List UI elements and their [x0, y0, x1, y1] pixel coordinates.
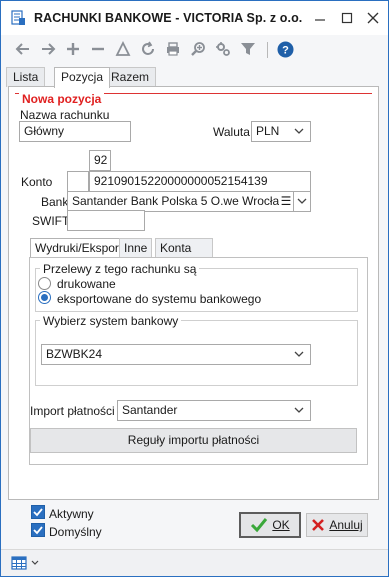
swift-label: SWIFT: [32, 214, 70, 228]
dialog-window: RACHUNKI BANKOWE - VICTORIA Sp. z o.o. ?…: [0, 0, 389, 577]
minimize-button[interactable]: [310, 8, 330, 28]
app-document-icon: [11, 10, 25, 25]
import-label: Import płatności z: [30, 404, 125, 418]
radio-eksportowane[interactable]: [38, 291, 51, 304]
konto-label: Konto: [21, 175, 53, 189]
radio-drukowane-label: drukowane: [57, 277, 116, 291]
check-icon: [251, 518, 268, 533]
bank-field[interactable]: Santander Bank Polska 5 O.we Wrocławiu: [67, 191, 293, 212]
settings-icon: [216, 42, 230, 56]
aktywny-label: Aktywny: [49, 507, 94, 521]
reguly-importu-button[interactable]: Reguły importu płatności: [30, 428, 357, 453]
tab-wydruki-eksport[interactable]: Wydruki/Eksport: [30, 238, 128, 259]
toolbar-add-button[interactable]: [64, 40, 82, 58]
konto-country-field[interactable]: [67, 171, 89, 192]
nazwa-label: Nazwa rachunku: [20, 108, 110, 122]
bank-label: Bank: [41, 195, 69, 209]
toolbar-remove-button[interactable]: [89, 40, 107, 58]
refresh-icon: [142, 41, 154, 55]
printer-icon: [167, 42, 179, 56]
close-button[interactable]: [363, 8, 383, 28]
chevron-down-icon: [294, 351, 304, 357]
chevron-down-icon: [294, 407, 304, 413]
import-value: Santander: [122, 403, 178, 417]
status-bar: [1, 549, 388, 576]
cancel-label: Anuluj: [329, 518, 363, 532]
close-icon: [367, 12, 379, 24]
cancel-button[interactable]: Anuluj: [306, 513, 368, 537]
tab-pozycja-label: Pozycja: [61, 70, 104, 84]
filter-icon: [241, 43, 255, 55]
nazwa-field[interactable]: Główny: [19, 121, 131, 142]
reguly-importu-label: Reguły importu płatności: [127, 433, 260, 447]
help-icon: ?: [277, 41, 293, 57]
swift-field[interactable]: [67, 210, 145, 231]
toolbar: ?: [1, 37, 388, 63]
maximize-button[interactable]: [337, 8, 357, 28]
triangle-icon: [115, 41, 131, 56]
checkmark-icon: [33, 526, 43, 535]
toolbar-separator: [267, 42, 268, 58]
radio-eksportowane-label: eksportowane do systemu bankowego: [57, 292, 262, 306]
ok-label: OK: [272, 518, 290, 532]
title-bar: RACHUNKI BANKOWE - VICTORIA Sp. z o.o.: [1, 1, 388, 35]
plus-icon: [67, 43, 79, 55]
tab-razem[interactable]: Razem: [104, 67, 157, 87]
toolbar-forward-button[interactable]: [39, 40, 57, 58]
ok-button[interactable]: OK: [239, 512, 301, 538]
konto-field[interactable]: 92109015220000000052154139: [89, 171, 311, 192]
domyslny-label: Domyślny: [49, 525, 102, 539]
arrow-left-icon: [15, 43, 29, 55]
import-select[interactable]: Santander: [117, 400, 311, 421]
waluta-value: PLN: [256, 124, 280, 138]
konto-prefix-field[interactable]: 92: [89, 150, 111, 171]
arrow-right-icon: [42, 43, 56, 55]
toolbar-zoom-button[interactable]: [189, 40, 207, 58]
toolbar-refresh-button[interactable]: [139, 40, 157, 58]
system-select[interactable]: BZWBK24: [41, 344, 311, 365]
minus-icon: [92, 47, 104, 51]
main-tabs: Lista Pozycja Razem: [1, 67, 388, 88]
section-title: Nowa pozycja: [19, 92, 105, 106]
tab-inne-label: Inne: [124, 241, 148, 255]
checkmark-icon: [33, 508, 43, 517]
tab-razem-label: Razem: [111, 70, 150, 84]
bank-dropdown-button[interactable]: [293, 191, 311, 212]
waluta-label: Waluta: [213, 125, 250, 139]
chevron-down-icon: [297, 198, 307, 204]
chevron-down-icon: [294, 128, 304, 134]
table-grid-icon[interactable]: [11, 555, 27, 571]
tab-lista[interactable]: Lista: [6, 67, 46, 87]
tab-inne[interactable]: Inne: [119, 238, 153, 258]
system-value: BZWBK24: [46, 347, 103, 361]
domyslny-checkbox[interactable]: [31, 523, 45, 537]
close-icon: [312, 519, 325, 531]
toolbar-filter-button[interactable]: [239, 40, 257, 58]
toolbar-back-button[interactable]: [14, 40, 32, 58]
svg-text:?: ?: [282, 44, 289, 56]
minimize-icon: [315, 19, 325, 21]
bank-list-icon[interactable]: ☰: [279, 192, 293, 211]
chevron-down-icon[interactable]: [31, 560, 39, 566]
radio-drukowane[interactable]: [38, 277, 51, 290]
toolbar-help-button[interactable]: ?: [276, 40, 294, 58]
system-legend: Wybierz system bankowy: [40, 314, 182, 328]
toolbar-settings-button[interactable]: [214, 40, 232, 58]
tab-wydruki-label: Wydruki/Eksport: [35, 241, 123, 255]
search-plus-icon: [191, 42, 205, 56]
tab-lista-label: Lista: [13, 70, 39, 84]
tab-konta-wirtualne[interactable]: Konta wirtualne: [155, 238, 214, 274]
tab-pozycja[interactable]: Pozycja: [54, 67, 111, 88]
maximize-icon: [341, 12, 353, 24]
aktywny-checkbox[interactable]: [31, 505, 45, 519]
toolbar-triangle-button[interactable]: [114, 40, 132, 58]
window-title: RACHUNKI BANKOWE - VICTORIA Sp. z o.o.: [34, 11, 303, 25]
toolbar-print-button[interactable]: [164, 40, 182, 58]
waluta-select[interactable]: PLN: [251, 121, 311, 142]
przelewy-legend: Przelewy z tego rachunku są: [40, 262, 200, 276]
